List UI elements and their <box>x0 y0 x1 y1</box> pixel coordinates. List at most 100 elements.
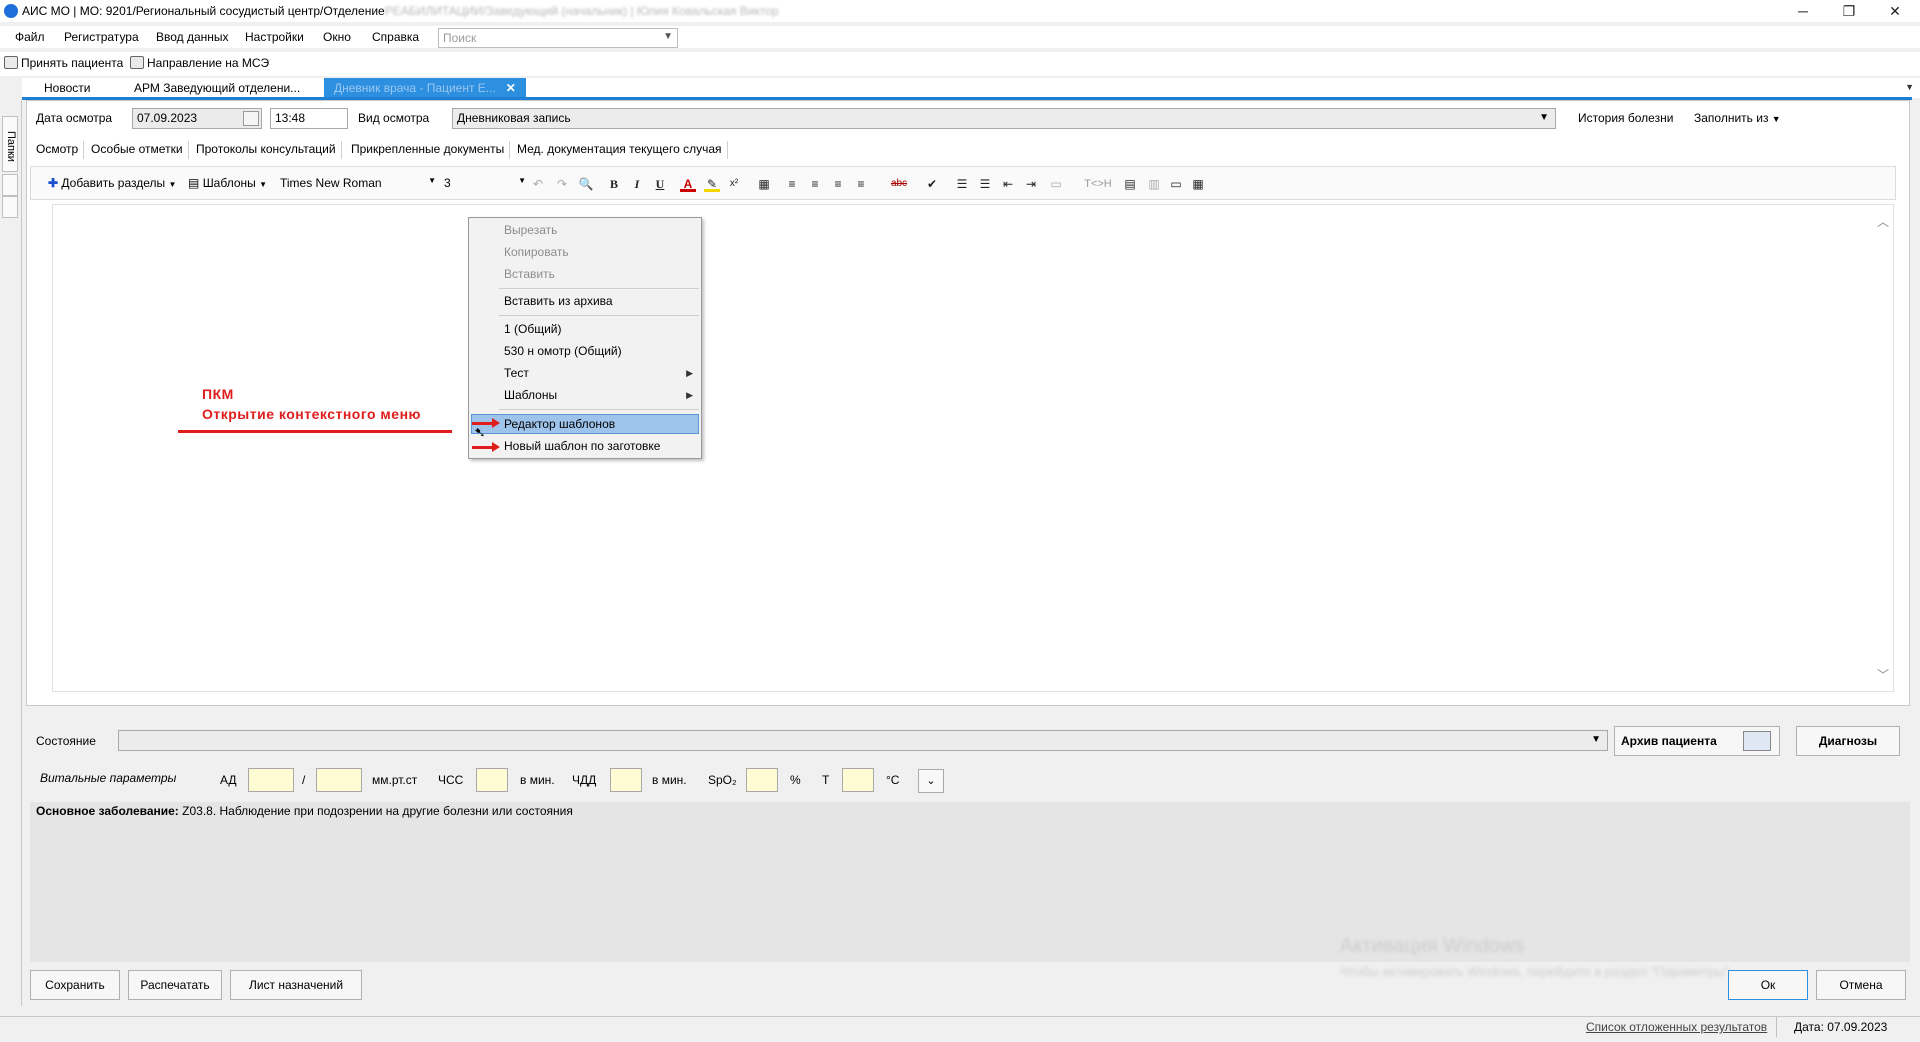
block-icon[interactable]: ▭ <box>1048 176 1064 192</box>
scroll-down-icon[interactable]: ﹀ <box>1877 666 1889 683</box>
tabs-dropdown-icon[interactable]: ▼ <box>1905 82 1914 92</box>
tab-medical-docs[interactable]: Мед. документация текущего случая <box>512 141 728 159</box>
menu-item-new-template[interactable]: Новый шаблон по заготовке <box>504 439 660 453</box>
italic-button[interactable]: I <box>629 176 645 192</box>
add-sections-button[interactable]: ✚ Добавить разделы ▼ <box>48 176 176 190</box>
menu-help[interactable]: Справка <box>372 30 419 44</box>
menu-item-copy[interactable]: Копировать <box>504 245 569 259</box>
status-divider <box>1776 1017 1777 1037</box>
fill-from-dropdown[interactable]: Заполнить из ▼ <box>1694 111 1781 125</box>
input-field-icon[interactable]: ▭ <box>1168 176 1184 192</box>
menu-item-template-editor[interactable]: Редактор шаблонов <box>504 417 615 431</box>
menu-file[interactable]: Файл <box>15 30 45 44</box>
menu-settings[interactable]: Настройки <box>245 30 304 44</box>
state-select[interactable]: ▼ <box>118 730 1608 751</box>
hr-input[interactable] <box>476 768 508 792</box>
temp-input[interactable] <box>842 768 874 792</box>
archive-button[interactable]: Архив пациента <box>1614 726 1780 756</box>
html-toggle-button[interactable]: T<>H <box>1080 176 1116 192</box>
numbered-list-icon[interactable]: ☰ <box>954 176 970 192</box>
bp-systolic-input[interactable] <box>248 768 294 792</box>
exam-type-select[interactable]: Дневниковая запись ▼ <box>452 108 1556 129</box>
chevron-down-icon[interactable]: ▼ <box>1539 112 1549 123</box>
menu-registry[interactable]: Регистратура <box>64 30 139 44</box>
outdent-icon[interactable]: ⇤ <box>1000 176 1016 192</box>
text-editor[interactable]: ︿ ﹀ <box>52 204 1894 692</box>
bp-label: АД <box>220 773 237 787</box>
minimize-button[interactable]: ─ <box>1780 0 1826 22</box>
font-family-select[interactable]: Times New Roman ▼ <box>280 176 436 190</box>
chevron-down-icon: ⌄ <box>926 775 936 787</box>
prescriptions-button[interactable]: Лист назначений <box>230 970 362 1000</box>
menu-item-paste[interactable]: Вставить <box>504 267 555 281</box>
bold-button[interactable]: B <box>606 176 622 192</box>
underline-button[interactable]: U <box>652 176 668 192</box>
tab-consultations[interactable]: Протоколы консультаций <box>191 141 342 159</box>
redo-icon[interactable]: ↷ <box>554 176 570 192</box>
find-icon[interactable]: 🔍 <box>578 176 594 192</box>
search-input[interactable]: Поиск ▼ <box>438 28 678 48</box>
rr-input[interactable] <box>610 768 642 792</box>
insert-field-icon[interactable]: ▦ <box>756 176 772 192</box>
font-color-icon[interactable]: A <box>680 176 696 192</box>
exam-time-field[interactable]: 13:48 <box>270 108 348 129</box>
chevron-down-icon[interactable]: ▼ <box>663 31 673 42</box>
close-window-button[interactable]: ✕ <box>1872 0 1918 22</box>
menu-item-templates[interactable]: Шаблоны <box>504 388 557 402</box>
menu-item-cut[interactable]: Вырезать <box>504 223 557 237</box>
bullet-list-icon[interactable]: ☰ <box>977 176 993 192</box>
spo2-label: SpO₂ <box>708 773 737 787</box>
bp-diastolic-input[interactable] <box>316 768 362 792</box>
spo2-input[interactable] <box>746 768 778 792</box>
archive-icon <box>1743 731 1771 751</box>
menu-data-entry[interactable]: Ввод данных <box>156 30 229 44</box>
menu-item-template-530[interactable]: 530 н омотр (Общий) <box>504 344 622 358</box>
tab-arm[interactable]: АРМ Заведующий отделени... <box>124 78 310 97</box>
highlight-icon[interactable]: ✎ <box>704 176 720 192</box>
superscript-icon[interactable]: x² <box>726 176 742 192</box>
menu-window[interactable]: Окно <box>323 30 351 44</box>
align-center-icon[interactable]: ≡ <box>807 176 823 192</box>
chevron-down-icon[interactable]: ▼ <box>1591 734 1601 745</box>
image-icon[interactable]: ▥ <box>1146 176 1162 192</box>
title-bar: АИС МО | МО: 9201/Региональный сосудисты… <box>0 0 1920 22</box>
align-justify-icon[interactable]: ≡ <box>853 176 869 192</box>
folders-tab[interactable]: Папки <box>2 116 18 172</box>
menu-item-paste-archive[interactable]: Вставить из архива <box>504 294 613 308</box>
mse-referral-button[interactable]: Направление на МСЭ <box>130 56 269 70</box>
tab-attached-docs[interactable]: Прикрепленные документы <box>346 141 511 159</box>
indent-icon[interactable]: ⇥ <box>1023 176 1039 192</box>
undo-icon[interactable]: ↶ <box>530 176 546 192</box>
templates-button[interactable]: ▤ Шаблоны ▼ <box>188 176 267 190</box>
tab-doctor-diary[interactable]: Дневник врача - Пациент Е... ✕ <box>324 78 526 97</box>
scroll-up-icon[interactable]: ︿ <box>1877 213 1889 230</box>
main-toolbar: Принять пациента Направление на МСЭ <box>0 52 1920 76</box>
tab-news[interactable]: Новости <box>34 78 100 97</box>
menu-item-template-1[interactable]: 1 (Общий) <box>504 322 562 336</box>
align-left-icon[interactable]: ≡ <box>784 176 800 192</box>
strikethrough-icon[interactable]: abc <box>884 176 914 192</box>
tab-special-notes[interactable]: Особые отметки <box>86 141 189 159</box>
accept-patient-button[interactable]: Принять пациента <box>4 56 123 70</box>
close-icon[interactable]: ✕ <box>506 81 516 95</box>
exam-date-value: 07.09.2023 <box>137 111 198 125</box>
paste-icon[interactable]: ▤ <box>1122 176 1138 192</box>
spellcheck-icon[interactable]: ✔ <box>924 176 940 192</box>
calendar-icon[interactable] <box>243 111 259 126</box>
exam-date-field[interactable]: 07.09.2023 <box>132 108 262 129</box>
tab-exam[interactable]: Осмотр <box>31 141 85 159</box>
align-right-icon[interactable]: ≡ <box>830 176 846 192</box>
side-tab-empty-1[interactable] <box>2 174 18 196</box>
maximize-button[interactable]: ❐ <box>1826 0 1872 22</box>
print-button[interactable]: Распечатать <box>128 970 222 1000</box>
expand-vitals-button[interactable]: ⌄ <box>918 769 944 793</box>
side-tab-empty-2[interactable] <box>2 196 18 218</box>
menu-item-test[interactable]: Тест <box>504 366 529 380</box>
history-link[interactable]: История болезни <box>1578 111 1673 125</box>
table-icon[interactable]: ▦ <box>1190 176 1206 192</box>
deferred-results-link[interactable]: Список отложенных результатов <box>1586 1020 1767 1034</box>
save-button[interactable]: Сохранить <box>30 970 120 1000</box>
cancel-button[interactable]: Отмена <box>1816 970 1906 1000</box>
diagnoses-button[interactable]: Диагнозы <box>1796 726 1900 756</box>
font-size-select[interactable]: 3 ▼ <box>444 176 526 190</box>
